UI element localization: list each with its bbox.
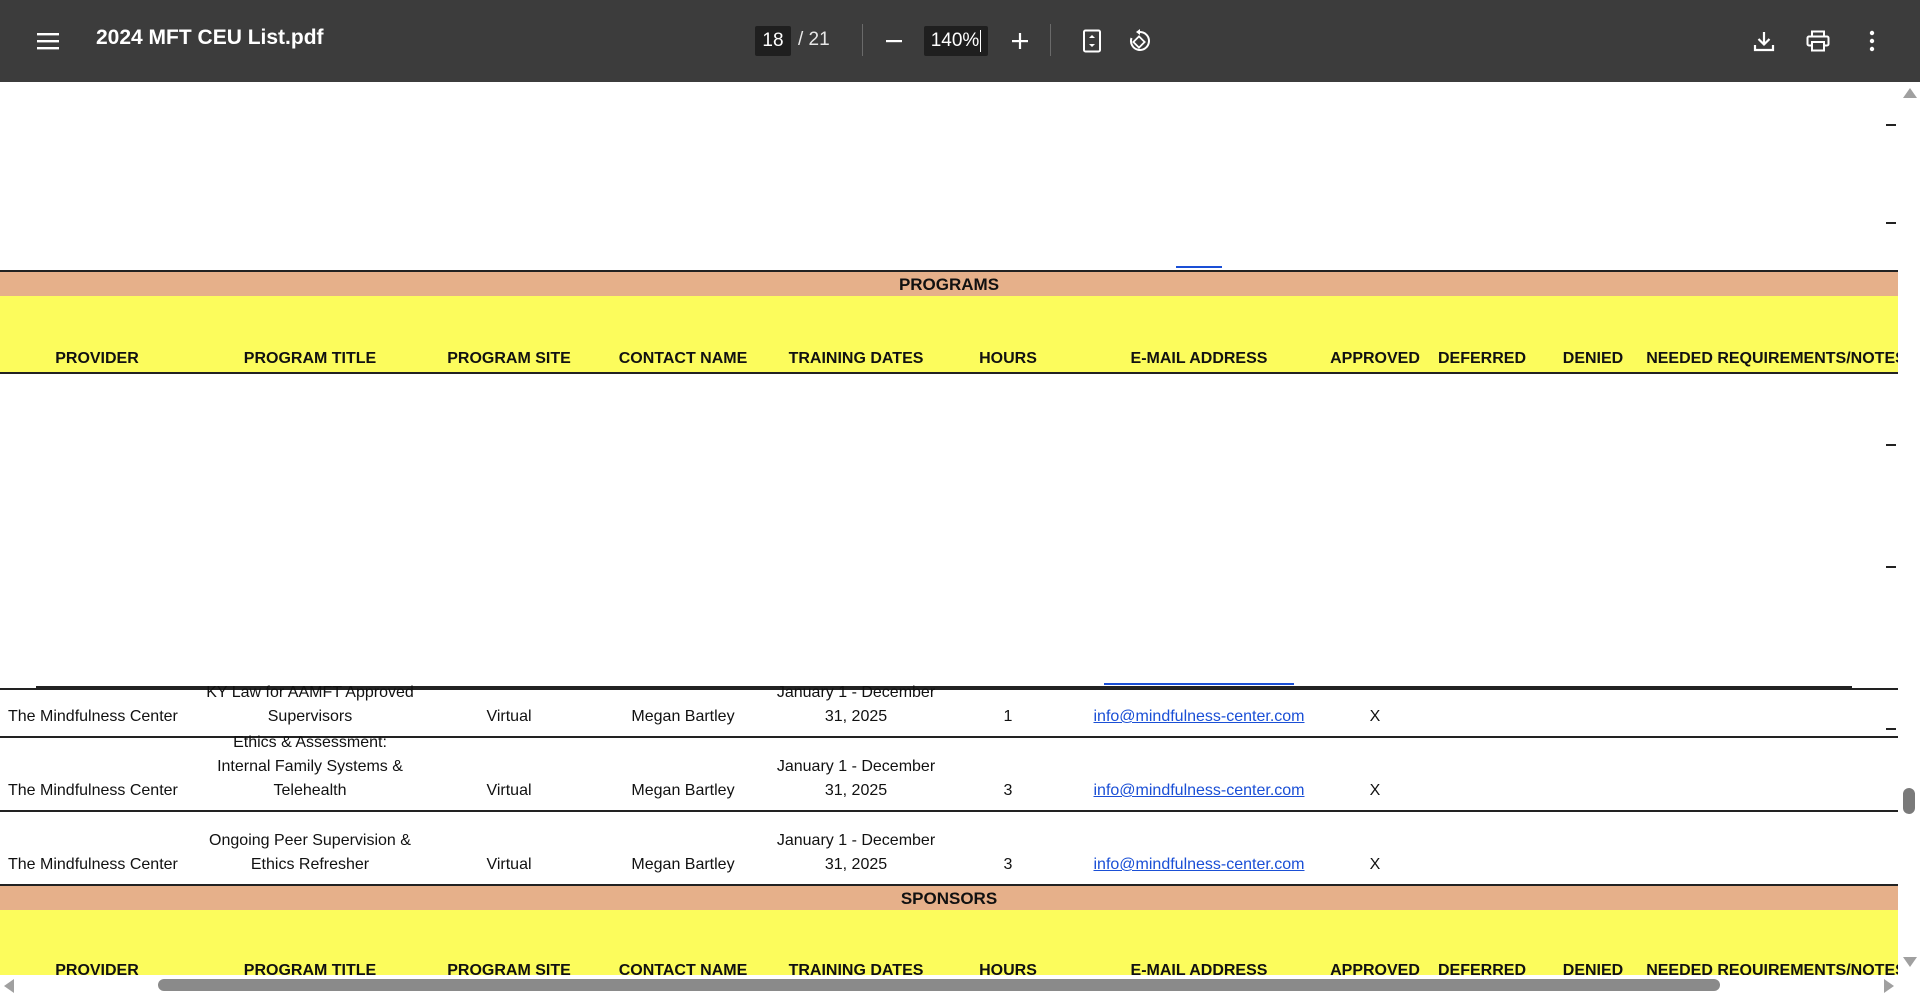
row-divider: [0, 810, 1898, 812]
more-options-button[interactable]: [1854, 24, 1890, 58]
cell-program-title-line: Ethics & Assessment:: [233, 734, 387, 751]
zoom-input[interactable]: 140%: [924, 26, 988, 56]
document-title: 2024 MFT CEU List.pdf: [96, 26, 324, 49]
col-header-denied: DENIED: [1562, 350, 1624, 367]
cell-hours: 3: [1003, 782, 1013, 799]
cell-program-site: Virtual: [486, 708, 532, 725]
menu-button[interactable]: [30, 26, 66, 56]
cell-program-title-line: Telehealth: [273, 782, 347, 799]
cell-approved: X: [1369, 708, 1381, 725]
vertical-scrollbar[interactable]: [1898, 82, 1920, 975]
table-border: [0, 372, 1898, 374]
col-header-notes: NEEDED REQUIREMENTS/NOTES: [1646, 962, 1898, 975]
cell-approved: X: [1369, 782, 1381, 799]
col-header-email: E-MAIL ADDRESS: [1130, 962, 1268, 975]
col-header-contact-name: CONTACT NAME: [618, 350, 748, 367]
zoom-value: 140%: [930, 30, 980, 51]
col-header-notes: NEEDED REQUIREMENTS/NOTES: [1646, 350, 1898, 367]
scrollbar-corner: [1898, 975, 1920, 995]
fit-page-button[interactable]: [1074, 24, 1110, 58]
cell-program-site: Virtual: [486, 782, 532, 799]
scroll-up-arrow-icon[interactable]: [1903, 88, 1917, 98]
text-caret: [980, 30, 982, 52]
col-header-hours: HOURS: [979, 962, 1037, 975]
cell-contact-name: Megan Bartley: [631, 708, 735, 725]
pdf-viewport[interactable]: PROGRAMS PROVIDER PROGRAM TITLE PROGRAM …: [0, 82, 1898, 975]
programs-band-label: PROGRAMS: [898, 275, 1000, 294]
page-edge-mark: [1886, 124, 1896, 126]
cell-provider: The Mindfulness Center: [8, 856, 178, 873]
col-header-denied: DENIED: [1562, 962, 1624, 975]
col-header-provider: PROVIDER: [55, 962, 139, 975]
toolbar-divider: [1050, 24, 1051, 56]
fit-page-icon: [1083, 29, 1101, 53]
horizontal-scrollbar[interactable]: [0, 975, 1898, 995]
rotate-button[interactable]: [1122, 24, 1158, 58]
scroll-left-arrow-icon[interactable]: [4, 979, 14, 993]
more-vertical-icon: [1869, 30, 1875, 52]
page-edge-mark: [1886, 444, 1896, 446]
cell-program-title-line: Internal Family Systems &: [217, 758, 403, 775]
download-icon: [1753, 32, 1775, 52]
cell-training-dates-line: 31, 2025: [824, 856, 888, 873]
zoom-in-button[interactable]: [1002, 24, 1038, 58]
cell-contact-name: Megan Bartley: [631, 856, 735, 873]
cell-provider: The Mindfulness Center: [8, 708, 178, 725]
page-edge-mark: [1886, 728, 1896, 730]
cell-program-title-line: Supervisors: [267, 708, 353, 725]
vertical-scroll-thumb[interactable]: [1903, 788, 1915, 814]
cell-training-dates-line: January 1 - December: [776, 684, 936, 701]
col-header-program-site: PROGRAM SITE: [447, 962, 571, 975]
cell-provider: The Mindfulness Center: [8, 782, 178, 799]
col-header-program-title: PROGRAM TITLE: [243, 350, 377, 367]
cell-program-title-line: Ethics Refresher: [250, 856, 370, 873]
cell-email-link[interactable]: info@mindfulness-center.com: [1094, 779, 1305, 803]
col-header-hours: HOURS: [979, 350, 1037, 367]
cell-email-link[interactable]: info@mindfulness-center.com: [1094, 705, 1305, 729]
download-button[interactable]: [1746, 24, 1782, 58]
pdf-toolbar: 2024 MFT CEU List.pdf 18 / 21 140%: [0, 0, 1920, 82]
col-header-program-site: PROGRAM SITE: [447, 350, 571, 367]
col-header-deferred: DEFERRED: [1437, 962, 1527, 975]
cell-training-dates-line: January 1 - December: [776, 832, 936, 849]
scroll-right-arrow-icon[interactable]: [1884, 979, 1894, 993]
col-header-approved: APPROVED: [1330, 350, 1420, 367]
col-header-training-dates: TRAINING DATES: [788, 962, 924, 975]
cell-contact-name: Megan Bartley: [631, 782, 735, 799]
clipped-link-fragment: [1104, 683, 1294, 685]
page-edge-mark: [1886, 566, 1896, 568]
page-edge-mark: [1886, 222, 1896, 224]
clipped-link-fragment: [1176, 266, 1222, 268]
minus-icon: [886, 40, 902, 43]
page-total: / 21: [798, 29, 830, 50]
plus-icon: [1012, 33, 1028, 49]
cell-training-dates-line: 31, 2025: [824, 782, 888, 799]
cell-hours: 1: [1003, 708, 1013, 725]
cell-approved: X: [1369, 856, 1381, 873]
col-header-training-dates: TRAINING DATES: [788, 350, 924, 367]
rotate-icon: [1130, 29, 1150, 51]
cell-program-title-line: Ongoing Peer Supervision &: [209, 832, 411, 849]
scroll-down-arrow-icon[interactable]: [1903, 957, 1917, 967]
horizontal-scroll-thumb[interactable]: [158, 979, 1720, 991]
page-number-input[interactable]: 18: [755, 26, 791, 56]
cell-program-title-line: KY Law for AAMFT Approved: [206, 684, 414, 701]
cell-email-link[interactable]: info@mindfulness-center.com: [1094, 853, 1305, 877]
sponsors-band-label: SPONSORS: [900, 889, 998, 908]
col-header-email: E-MAIL ADDRESS: [1130, 350, 1268, 367]
hamburger-menu-icon: [37, 33, 59, 50]
toolbar-divider: [862, 24, 863, 56]
print-button[interactable]: [1800, 24, 1836, 58]
col-header-contact-name: CONTACT NAME: [618, 962, 748, 975]
cell-training-dates-line: January 1 - December: [776, 758, 936, 775]
col-header-approved: APPROVED: [1330, 962, 1420, 975]
cell-program-site: Virtual: [486, 856, 532, 873]
col-header-program-title: PROGRAM TITLE: [243, 962, 377, 975]
col-header-provider: PROVIDER: [55, 350, 139, 367]
col-header-deferred: DEFERRED: [1437, 350, 1527, 367]
print-icon: [1806, 30, 1830, 52]
zoom-out-button[interactable]: [876, 24, 912, 58]
cell-training-dates-line: 31, 2025: [824, 708, 888, 725]
cell-hours: 3: [1003, 856, 1013, 873]
